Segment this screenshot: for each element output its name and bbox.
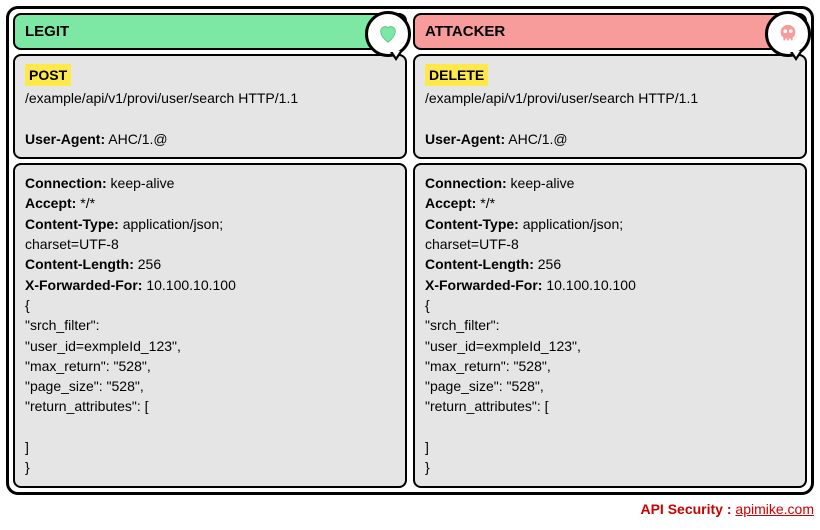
headers-body-section: Connection: keep-aliveAccept: */*Content… [413, 163, 807, 487]
header-value: 256 [138, 256, 161, 272]
header-value: */* [80, 195, 95, 211]
header-value: application/json; [523, 216, 623, 232]
footer-label: API Security : [640, 501, 731, 517]
user-agent-label: User-Agent: [25, 131, 105, 147]
request-section: DELETE/example/api/v1/provi/user/search … [413, 54, 807, 159]
user-agent-value: AHC/1.@ [108, 131, 167, 147]
header-line: Connection: keep-alive [425, 173, 795, 193]
header-line: X-Forwarded-For: 10.100.10.100 [425, 275, 795, 295]
request-url: /example/api/v1/provi/user/search HTTP/1… [425, 88, 795, 108]
user-agent-line: User-Agent: AHC/1.@ [25, 129, 395, 149]
panel-attacker: ATTACKER DELETE/example/api/v1/provi/user… [413, 13, 807, 488]
header-key: Connection: [25, 175, 107, 191]
header-value: keep-alive [111, 175, 175, 191]
header-key: Accept: [25, 195, 76, 211]
user-agent-label: User-Agent: [425, 131, 505, 147]
header-key: Accept: [425, 195, 476, 211]
body-line: "srch_filter": [25, 315, 395, 335]
header-key: Content-Length: [25, 256, 134, 272]
header-value: 10.100.10.100 [546, 277, 636, 293]
skull-icon [765, 11, 811, 57]
header-key: Content-Type: [425, 216, 519, 232]
body-line: } [25, 457, 395, 477]
header-line: Connection: keep-alive [25, 173, 395, 193]
body-line: "user_id=exmpleId_123", [425, 336, 795, 356]
header-line: Content-Type: application/json; [25, 214, 395, 234]
http-method: DELETE [425, 64, 488, 86]
header-key: Connection: [425, 175, 507, 191]
header-key: X-Forwarded-For: [425, 277, 542, 293]
panel-legit: LEGIT POST/example/api/v1/provi/user/sear… [13, 13, 407, 488]
footer: API Security : apimike.com [6, 501, 814, 517]
header-value: charset=UTF-8 [425, 236, 519, 252]
body-line [25, 417, 395, 437]
body-line: ] [425, 437, 795, 457]
user-agent-value: AHC/1.@ [508, 131, 567, 147]
http-method: POST [25, 64, 71, 86]
headers-body-section: Connection: keep-aliveAccept: */*Content… [13, 163, 407, 487]
body-line: } [425, 457, 795, 477]
body-line: ] [25, 437, 395, 457]
header-line: X-Forwarded-For: 10.100.10.100 [25, 275, 395, 295]
request-url: /example/api/v1/provi/user/search HTTP/1… [25, 88, 395, 108]
header-value: application/json; [123, 216, 223, 232]
header-key: X-Forwarded-For: [25, 277, 142, 293]
body-line: "page_size": "528", [425, 376, 795, 396]
footer-link[interactable]: apimike.com [735, 501, 814, 517]
header-key: Content-Type: [25, 216, 119, 232]
body-line [425, 417, 795, 437]
header-value: 256 [538, 256, 561, 272]
header-line: Accept: */* [425, 193, 795, 213]
header-value: charset=UTF-8 [25, 236, 119, 252]
heart-icon [365, 11, 411, 57]
panel-header-legit: LEGIT [13, 13, 407, 50]
request-section: POST/example/api/v1/provi/user/search HT… [13, 54, 407, 159]
header-value: 10.100.10.100 [146, 277, 236, 293]
header-line: charset=UTF-8 [425, 234, 795, 254]
comparison-container: LEGIT POST/example/api/v1/provi/user/sear… [6, 6, 814, 495]
body-line: { [425, 295, 795, 315]
header-line: charset=UTF-8 [25, 234, 395, 254]
panel-title: ATTACKER [425, 23, 505, 40]
header-line: Accept: */* [25, 193, 395, 213]
body-line: "srch_filter": [425, 315, 795, 335]
header-value: */* [480, 195, 495, 211]
body-line: "page_size": "528", [25, 376, 395, 396]
panel-title: LEGIT [25, 23, 69, 40]
body-line: "return_attributes": [ [425, 396, 795, 416]
header-line: Content-Length: 256 [25, 254, 395, 274]
header-line: Content-Length: 256 [425, 254, 795, 274]
user-agent-line: User-Agent: AHC/1.@ [425, 129, 795, 149]
body-line: { [25, 295, 395, 315]
body-line: "return_attributes": [ [25, 396, 395, 416]
header-value: keep-alive [511, 175, 575, 191]
body-line: "max_return": "528", [425, 356, 795, 376]
header-key: Content-Length: [425, 256, 534, 272]
panel-header-attacker: ATTACKER [413, 13, 807, 50]
header-line: Content-Type: application/json; [425, 214, 795, 234]
body-line: "max_return": "528", [25, 356, 395, 376]
body-line: "user_id=exmpleId_123", [25, 336, 395, 356]
